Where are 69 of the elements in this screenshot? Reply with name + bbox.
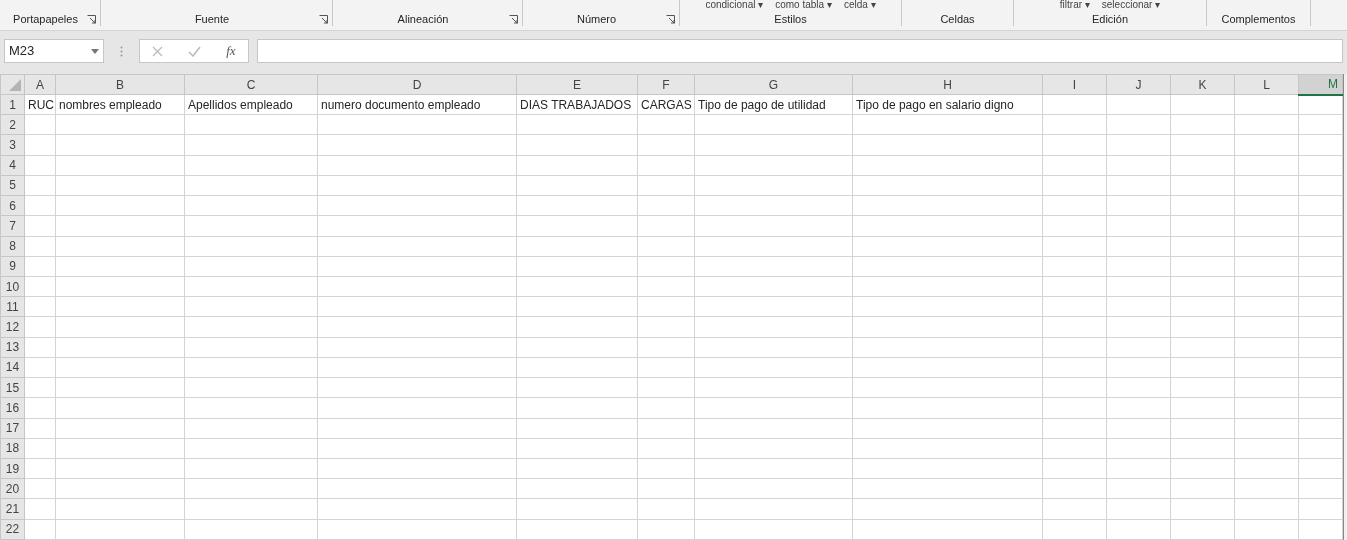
column-header[interactable]: L bbox=[1234, 74, 1299, 95]
name-box[interactable]: M23 bbox=[4, 39, 104, 63]
ribbon-group-label: Portapapeles bbox=[12, 13, 79, 26]
column-header[interactable]: I bbox=[1042, 74, 1107, 95]
table-cell: DIAS TRABAJADOS bbox=[520, 97, 632, 112]
row-header[interactable]: 9 bbox=[0, 256, 25, 277]
table-cell: nombres empleado bbox=[59, 97, 162, 112]
ribbon-group-label: Complementos bbox=[1220, 13, 1297, 26]
ribbon-group-label: Edición bbox=[1090, 13, 1130, 26]
column-header[interactable]: F bbox=[637, 74, 695, 95]
ribbon-command[interactable]: celda ▾ bbox=[843, 0, 876, 9]
table-cell: RUC bbox=[28, 97, 54, 112]
table-cell: Tipo de pago de utilidad bbox=[698, 97, 826, 112]
row-header[interactable]: 2 bbox=[0, 114, 25, 135]
column-header[interactable]: M bbox=[1298, 74, 1343, 95]
column-header[interactable]: E bbox=[516, 74, 638, 95]
dialog-launcher-icon[interactable] bbox=[87, 15, 96, 24]
select-all-corner[interactable] bbox=[0, 74, 25, 95]
row-header[interactable]: 6 bbox=[0, 195, 25, 216]
table-cell: numero documento empleado bbox=[321, 97, 481, 112]
ribbon-command[interactable]: como tabla ▾ bbox=[775, 0, 832, 9]
ribbon-command[interactable]: seleccionar ▾ bbox=[1101, 0, 1161, 9]
ribbon-command[interactable]: filtrar ▾ bbox=[1059, 0, 1090, 9]
table-cell: Apellidos empleado bbox=[188, 97, 293, 112]
row-header[interactable]: 18 bbox=[0, 438, 25, 459]
row-header[interactable]: 16 bbox=[0, 397, 25, 418]
formula-input-field[interactable] bbox=[257, 39, 1343, 63]
row-header[interactable]: 4 bbox=[0, 155, 25, 176]
row-header[interactable]: 11 bbox=[0, 296, 25, 317]
ribbon-command[interactable]: condicional ▾ bbox=[705, 0, 764, 9]
row-header[interactable]: 1 bbox=[0, 94, 25, 115]
ribbon-group-label: Celdas bbox=[939, 13, 976, 26]
ribbon-group-label: Número bbox=[575, 13, 618, 26]
grip-icon bbox=[120, 45, 123, 57]
ribbon-group-label: Alineación bbox=[396, 13, 450, 26]
insert-function-button[interactable]: fx bbox=[226, 41, 236, 61]
column-header[interactable]: D bbox=[317, 74, 517, 95]
vertical-scrollbar[interactable] bbox=[1343, 74, 1347, 540]
row-header[interactable]: 12 bbox=[0, 316, 25, 338]
ribbon-group-label: Estilos bbox=[773, 13, 808, 26]
row-header[interactable]: 5 bbox=[0, 175, 25, 196]
checkmark-icon[interactable] bbox=[188, 45, 202, 57]
row-header[interactable]: 13 bbox=[0, 337, 25, 358]
row-header[interactable]: 17 bbox=[0, 418, 25, 439]
row-header[interactable]: 21 bbox=[0, 498, 25, 520]
row-header[interactable]: 3 bbox=[0, 134, 25, 156]
row-header[interactable]: 19 bbox=[0, 458, 25, 479]
column-header[interactable]: K bbox=[1170, 74, 1235, 95]
row-header[interactable]: 10 bbox=[0, 276, 25, 297]
dropdown-caret-icon bbox=[91, 48, 99, 54]
column-header[interactable]: J bbox=[1106, 74, 1171, 95]
table-cell: CARGAS bbox=[641, 97, 692, 112]
row-header[interactable]: 20 bbox=[0, 478, 25, 499]
dialog-launcher-icon[interactable] bbox=[319, 15, 328, 24]
column-header[interactable]: B bbox=[55, 74, 185, 95]
dialog-launcher-icon[interactable] bbox=[666, 15, 675, 24]
row-header[interactable]: 8 bbox=[0, 236, 25, 257]
table-cell: Tipo de pago en salario digno bbox=[856, 97, 1014, 112]
row-header[interactable]: 15 bbox=[0, 377, 25, 398]
row-header[interactable]: 22 bbox=[0, 519, 25, 540]
row-header[interactable]: 14 bbox=[0, 357, 25, 378]
column-header[interactable]: G bbox=[694, 74, 853, 95]
column-header[interactable]: A bbox=[24, 74, 56, 95]
dialog-launcher-icon[interactable] bbox=[509, 15, 518, 24]
ribbon-group-label: Fuente bbox=[193, 13, 231, 26]
cancel-icon[interactable] bbox=[152, 45, 164, 57]
column-header[interactable]: H bbox=[852, 74, 1043, 95]
column-header[interactable]: C bbox=[184, 74, 318, 95]
row-header[interactable]: 7 bbox=[0, 215, 25, 237]
